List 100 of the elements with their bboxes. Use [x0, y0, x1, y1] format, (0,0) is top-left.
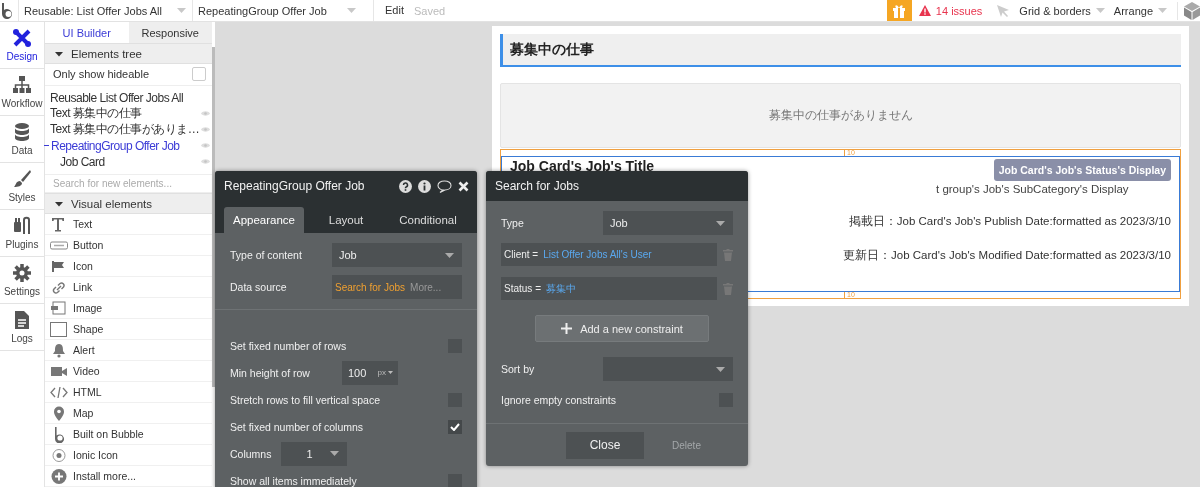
dropdown[interactable]: Job — [603, 211, 733, 235]
tools-icon — [12, 28, 32, 48]
sidebar-tab[interactable]: Design — [0, 22, 44, 69]
constraint-field[interactable]: Status = 募集中 — [501, 277, 717, 300]
section-header[interactable]: Elements tree — [45, 43, 212, 65]
brush-icon — [12, 169, 32, 189]
job-subcategory: t group's Job's SubCategory's Display — [936, 183, 1130, 195]
eye-icon — [201, 158, 210, 166]
sort-dropdown[interactable] — [603, 357, 733, 381]
element-type-item[interactable]: Install more... — [45, 466, 212, 487]
element-type-item[interactable]: Image — [45, 298, 212, 319]
element-type-item[interactable]: Video — [45, 361, 212, 382]
section-title: 募集中の仕事 — [510, 40, 594, 59]
caret-down-icon — [55, 199, 63, 208]
field-label: Type — [501, 217, 524, 229]
eye-icon — [201, 126, 210, 134]
close-button[interactable]: Close — [566, 431, 645, 459]
issues-button[interactable]: 14 issues — [918, 4, 983, 17]
field-label: Sort by — [501, 363, 535, 375]
empty-message: 募集中の仕事がありません — [768, 107, 913, 124]
grid-menu[interactable]: Grid & borders — [1019, 4, 1105, 17]
sidebar-tab[interactable]: Workflow — [0, 69, 44, 116]
editor-tab[interactable]: Layout — [306, 207, 386, 233]
element-type-item[interactable]: Text — [45, 214, 212, 235]
add-constraint-button[interactable]: Add a new constraint — [535, 315, 709, 342]
tree-item[interactable]: Reusable List Offer Jobs All — [50, 90, 210, 105]
cursor-icon[interactable] — [996, 3, 1011, 18]
flowchart-icon — [12, 75, 32, 95]
edit-menu[interactable]: Edit — [373, 0, 404, 21]
menu-label: Arrange — [1113, 4, 1153, 17]
sidebar-tab[interactable]: Plugins — [0, 210, 44, 257]
gift-icon — [892, 3, 907, 18]
data-source-field[interactable]: Search for Jobs More... — [332, 275, 462, 299]
editor-tab[interactable]: Conditional — [388, 207, 468, 233]
tree-item[interactable]: Text 募集中の仕事がありま… — [50, 121, 201, 139]
menu-label: Grid & borders — [1019, 4, 1091, 17]
sidebar-tab[interactable]: Data — [0, 116, 44, 163]
tree-item[interactable]: RepeatingGroup Offer Job — [51, 138, 201, 153]
constraint-field[interactable]: Client = List Offer Jobs All's User — [501, 243, 717, 266]
caret-icon — [387, 371, 393, 374]
selector-value: Reusable: List Offer Jobs All — [24, 4, 162, 17]
element-type-item[interactable]: Alert — [45, 340, 212, 361]
sidebar-tab[interactable]: Logs — [0, 304, 44, 351]
help-icon[interactable] — [399, 179, 412, 193]
plus-icon — [561, 323, 573, 334]
comment-icon[interactable] — [437, 179, 452, 193]
element-type-item[interactable]: Map — [45, 403, 212, 424]
selector-value: RepeatingGroup Offer Job — [198, 4, 327, 17]
element-type-item[interactable]: Icon — [45, 256, 212, 277]
field-label: Data source — [230, 281, 287, 293]
eye-icon — [201, 142, 210, 150]
element-type-item[interactable]: Button — [45, 235, 212, 256]
scrollbar[interactable] — [212, 47, 215, 387]
database-icon — [12, 122, 32, 142]
caret-icon — [177, 8, 186, 13]
caret-icon — [1095, 8, 1105, 13]
page-selector[interactable]: Reusable: List Offer Jobs All — [18, 0, 192, 21]
sidebar-tab[interactable]: Settings — [0, 257, 44, 304]
caret-icon — [716, 220, 725, 226]
caret-icon — [330, 451, 340, 456]
gift-button[interactable] — [886, 0, 912, 21]
panel-tab[interactable]: Responsive — [128, 22, 212, 44]
number-field[interactable]: 100 px — [341, 360, 398, 385]
element-type-item[interactable]: HTML — [45, 382, 212, 403]
image-icon — [50, 299, 68, 317]
unit-dropdown[interactable]: px — [377, 368, 393, 377]
dropdown[interactable]: 1 — [281, 441, 348, 466]
expression-text[interactable]: Search for Jobs — [335, 281, 406, 293]
modified-date: 更新日：Job Card's Job's Modified Date:formatted as 2023/3/10 — [843, 248, 1171, 263]
tree-item[interactable]: Text 募集中の仕事 — [50, 105, 201, 123]
editor-tab[interactable]: Appearance — [224, 207, 304, 233]
element-type-item[interactable]: Link — [45, 277, 212, 298]
caret-down-icon — [55, 49, 63, 58]
checkbox[interactable] — [192, 67, 206, 82]
element-type-item[interactable]: Ionic Icon — [45, 445, 212, 466]
save-status: Saved — [413, 4, 446, 17]
window-title: Search for Jobs — [495, 179, 580, 193]
element-type-item[interactable]: Shape — [45, 319, 212, 340]
dropdown[interactable]: Job — [332, 243, 462, 267]
status-badge: Job Card's Job's Status's Display — [993, 159, 1171, 181]
issues-count: 14 issues — [935, 4, 983, 17]
close-icon[interactable] — [458, 180, 469, 192]
page-selector[interactable]: RepeatingGroup Offer Job — [192, 0, 362, 21]
setting-label: Set fixed number of rows — [230, 339, 347, 352]
window-title: RepeatingGroup Offer Job — [224, 179, 365, 193]
info-icon[interactable] — [418, 179, 431, 193]
trash-icon[interactable] — [723, 282, 733, 295]
setting-label: Set fixed number of columns — [230, 420, 364, 433]
arrange-menu[interactable]: Arrange — [1113, 4, 1167, 17]
sidebar-tab[interactable]: Styles — [0, 163, 44, 210]
section-header[interactable]: Visual elements — [45, 193, 212, 214]
tree-item[interactable]: Job Card — [60, 154, 201, 169]
checkbox[interactable] — [448, 419, 462, 434]
caret-icon — [445, 252, 454, 258]
warning-icon — [918, 5, 931, 16]
setting-label: Stretch rows to fill vertical space — [230, 393, 380, 406]
element-type-item[interactable]: Built on Bubble — [45, 424, 212, 445]
bell-icon — [50, 341, 68, 359]
trash-icon[interactable] — [723, 248, 733, 261]
cube-icon[interactable] — [1177, 1, 1200, 20]
